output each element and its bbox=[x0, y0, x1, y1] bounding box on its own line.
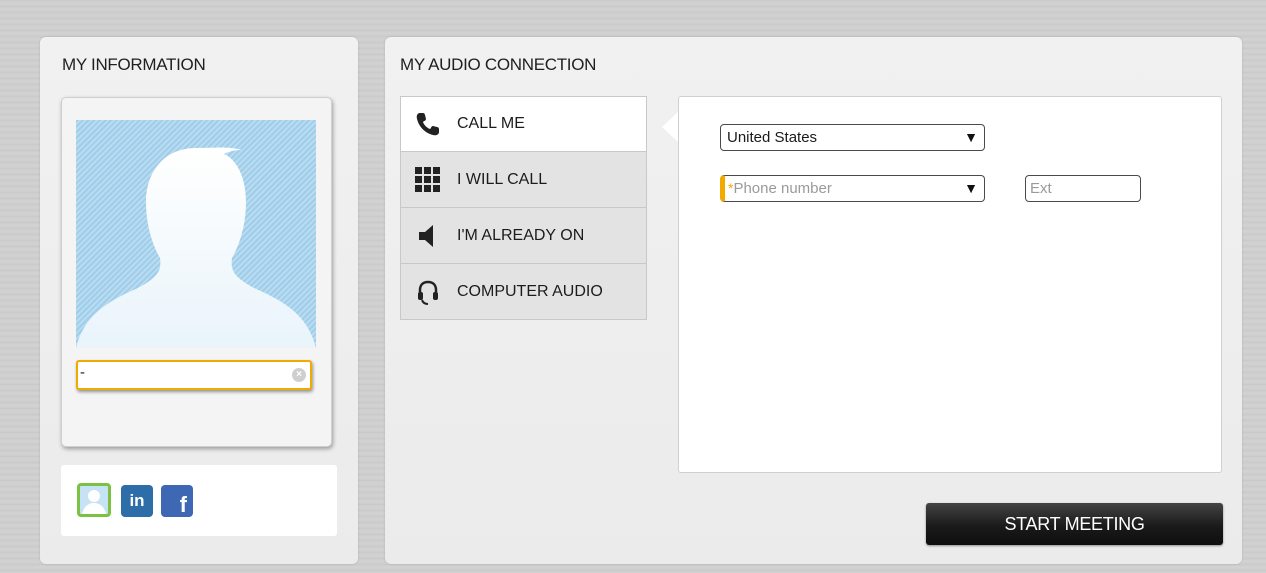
avatar-card: - × bbox=[61, 97, 332, 447]
phone-number-placeholder: Phone number bbox=[733, 180, 832, 197]
name-input[interactable] bbox=[76, 360, 312, 390]
chevron-down-icon: ▼ bbox=[964, 129, 978, 145]
tab-i-will-call[interactable]: I WILL CALL bbox=[400, 152, 647, 208]
avatar[interactable] bbox=[76, 120, 316, 348]
tab-im-already-on-label: I'M ALREADY ON bbox=[457, 227, 585, 244]
my-information-panel: MY INFORMATION - × in f bbox=[40, 37, 358, 564]
keypad-icon bbox=[415, 167, 440, 192]
chevron-down-icon: ▼ bbox=[964, 180, 978, 196]
ext-placeholder: Ext bbox=[1030, 180, 1052, 197]
audio-tabs: CALL ME I WILL CALL I'M ALREADY ON COMPU… bbox=[400, 96, 647, 320]
call-me-content: United States ▼ *Phone number ▼ Ext bbox=[678, 96, 1222, 473]
phone-icon bbox=[416, 113, 439, 136]
tab-computer-audio[interactable]: COMPUTER AUDIO bbox=[400, 264, 647, 320]
speaker-icon bbox=[419, 225, 433, 247]
tab-i-will-call-label: I WILL CALL bbox=[457, 171, 548, 188]
tab-im-already-on[interactable]: I'M ALREADY ON bbox=[400, 208, 647, 264]
headset-icon bbox=[418, 280, 438, 305]
my-audio-connection-panel: MY AUDIO CONNECTION CALL ME I WILL CALL … bbox=[385, 37, 1242, 564]
silhouette-icon bbox=[76, 147, 316, 348]
tab-call-me-label: CALL ME bbox=[457, 115, 525, 132]
start-meeting-button[interactable]: START MEETING bbox=[926, 503, 1223, 545]
country-select[interactable]: United States ▼ bbox=[720, 124, 985, 151]
my-audio-connection-title: MY AUDIO CONNECTION bbox=[400, 55, 597, 74]
tab-pointer bbox=[662, 111, 679, 143]
tab-computer-audio-label: COMPUTER AUDIO bbox=[457, 283, 603, 300]
facebook-icon[interactable]: f bbox=[161, 485, 193, 517]
profile-icon[interactable] bbox=[77, 483, 111, 517]
phone-number-select[interactable]: *Phone number ▼ bbox=[720, 175, 985, 202]
name-input-value: - bbox=[80, 364, 85, 381]
social-strip: in f bbox=[61, 465, 337, 536]
ext-input[interactable]: Ext bbox=[1025, 175, 1141, 202]
country-select-value: United States bbox=[727, 129, 818, 146]
my-information-title: MY INFORMATION bbox=[62, 55, 206, 74]
tab-call-me[interactable]: CALL ME bbox=[400, 96, 647, 152]
linkedin-icon[interactable]: in bbox=[121, 485, 153, 517]
clear-icon[interactable]: × bbox=[292, 368, 306, 382]
